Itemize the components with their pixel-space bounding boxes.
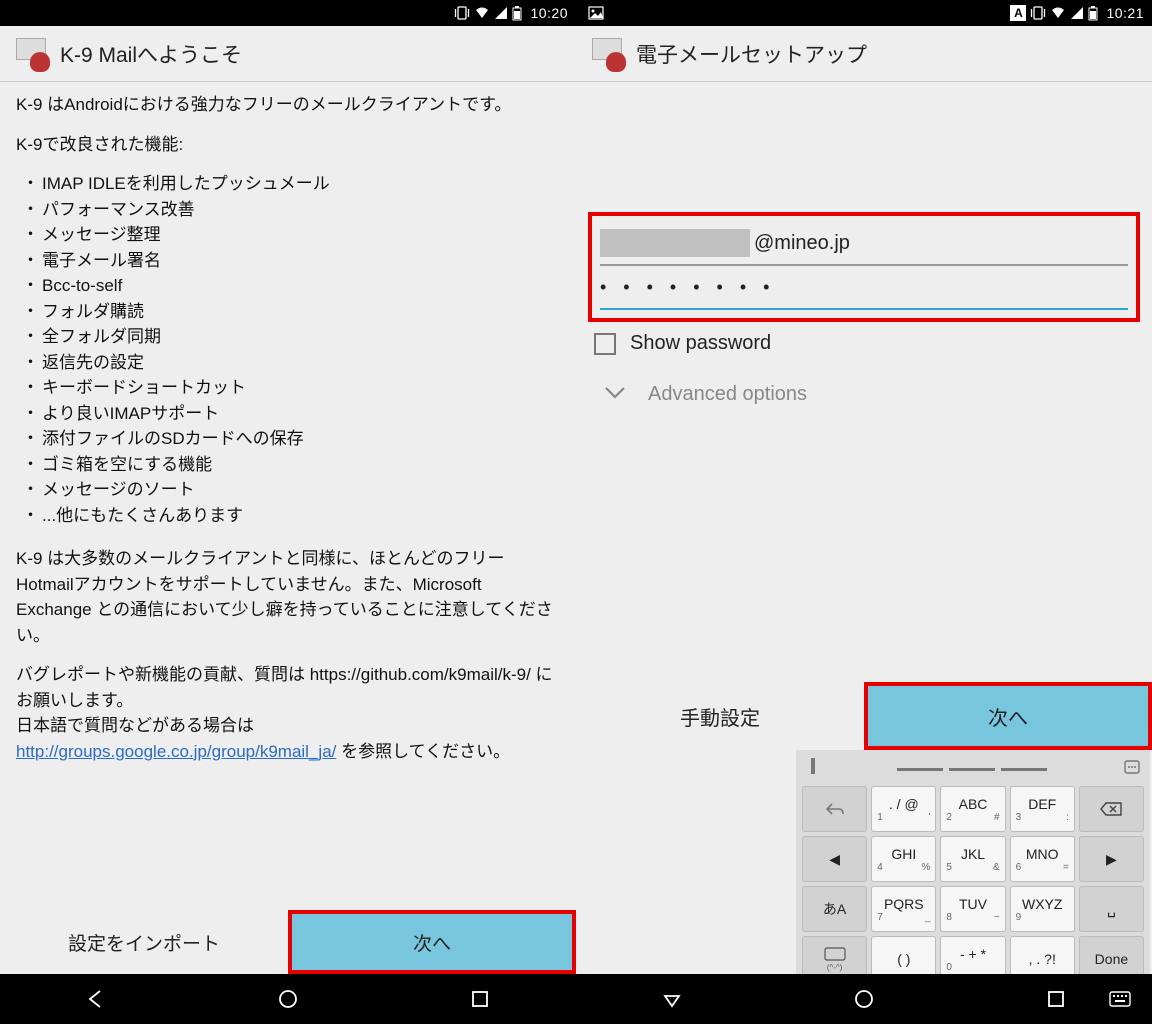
wifi-icon bbox=[474, 6, 490, 20]
status-bar: 10:20 bbox=[0, 0, 576, 26]
feature-item: ...他にもたくさんあります bbox=[16, 503, 560, 529]
feature-item: 全フォルダ同期 bbox=[16, 324, 560, 350]
keyboard-key[interactable]: GHI4% bbox=[871, 836, 936, 882]
vibrate-icon bbox=[454, 6, 470, 20]
keyboard-key[interactable]: JKL5& bbox=[940, 836, 1005, 882]
bottom-bar: 手動設定 次へ bbox=[576, 682, 1152, 750]
feature-item: Bcc-to-self bbox=[16, 273, 560, 299]
credentials-group: @mineo.jp • • • • • • • • bbox=[588, 212, 1140, 322]
keyboard-key[interactable]: ␣ bbox=[1079, 886, 1144, 932]
password-mask: • • • • • • • • bbox=[600, 277, 775, 298]
keyboard-key[interactable]: ▶ bbox=[1079, 836, 1144, 882]
keyboard-handle[interactable] bbox=[800, 754, 1146, 784]
feature-item: 返信先の設定 bbox=[16, 350, 560, 376]
nav-bar bbox=[0, 974, 576, 1024]
nav-recent-icon[interactable] bbox=[1034, 977, 1078, 1021]
keyboard[interactable]: . / @1'ABC2#DEF3: ◀GHI4%JKL5&MNO6=▶ あAPQRS… bbox=[796, 750, 1150, 988]
feature-item: メッセージのソート bbox=[16, 477, 560, 503]
keyboard-key[interactable]: ◀ bbox=[802, 836, 867, 882]
nav-back-icon[interactable] bbox=[74, 977, 118, 1021]
show-password-checkbox[interactable] bbox=[594, 333, 616, 355]
groups-link[interactable]: http://groups.google.co.jp/group/k9mail_… bbox=[16, 742, 336, 761]
menu-icon bbox=[1124, 760, 1140, 779]
ime-indicator: A bbox=[1010, 5, 1026, 21]
status-time: 10:21 bbox=[1106, 5, 1144, 21]
nav-home-icon[interactable] bbox=[842, 977, 886, 1021]
setup-body: @mineo.jp • • • • • • • • Show password … bbox=[576, 82, 1152, 974]
feature-item: 添付ファイルのSDカードへの保存 bbox=[16, 426, 560, 452]
show-password-label: Show password bbox=[630, 332, 771, 355]
keyboard-key[interactable]: WXYZ9 bbox=[1010, 886, 1075, 932]
keyboard-key[interactable] bbox=[802, 786, 867, 832]
feature-item: IMAP IDLEを利用したプッシュメール bbox=[16, 171, 560, 197]
keyboard-key[interactable]: TUV8~ bbox=[940, 886, 1005, 932]
battery-icon bbox=[512, 6, 522, 21]
phone-right: A 10:21 電子メールセットアップ bbox=[576, 0, 1152, 1024]
wifi-icon bbox=[1050, 6, 1066, 20]
feature-item: メッセージ整理 bbox=[16, 222, 560, 248]
feature-item: ゴミ箱を空にする機能 bbox=[16, 452, 560, 478]
advanced-label: Advanced options bbox=[648, 383, 807, 406]
chevron-down-icon bbox=[604, 383, 626, 406]
show-password-row[interactable]: Show password bbox=[576, 322, 1152, 355]
keyboard-key[interactable]: ABC2# bbox=[940, 786, 1005, 832]
email-local-redacted bbox=[600, 229, 750, 257]
features-list: IMAP IDLEを利用したプッシュメールパフォーマンス改善メッセージ整理電子メ… bbox=[16, 171, 560, 528]
image-notif-icon bbox=[588, 6, 604, 20]
feature-item: 電子メール署名 bbox=[16, 248, 560, 274]
pen-icon bbox=[806, 757, 820, 782]
signal-icon bbox=[1070, 6, 1084, 20]
next-button[interactable]: 次へ bbox=[288, 910, 576, 974]
note-hotmail: K-9 は大多数のメールクライアントと同様に、ほとんどのフリーHotmailアカ… bbox=[16, 546, 560, 648]
phone-left: 10:20 K-9 Mailへようこそ K-9 はAndroidにおける強力なフ… bbox=[0, 0, 576, 1024]
battery-icon bbox=[1088, 6, 1098, 21]
email-domain: @mineo.jp bbox=[754, 232, 850, 255]
nav-keyboard-icon[interactable] bbox=[1098, 977, 1142, 1021]
nav-home-icon[interactable] bbox=[266, 977, 310, 1021]
nav-recent-icon[interactable] bbox=[458, 977, 502, 1021]
signal-icon bbox=[494, 6, 508, 20]
email-field[interactable]: @mineo.jp bbox=[600, 222, 1128, 266]
nav-back-icon[interactable] bbox=[650, 977, 694, 1021]
keyboard-key[interactable]: あA bbox=[802, 886, 867, 932]
keyboard-key[interactable]: PQRS7_ bbox=[871, 886, 936, 932]
feature-item: キーボードショートカット bbox=[16, 375, 560, 401]
status-bar: A 10:21 bbox=[576, 0, 1152, 26]
feature-item: パフォーマンス改善 bbox=[16, 197, 560, 223]
import-settings-button[interactable]: 設定をインポート bbox=[0, 910, 288, 974]
next-button[interactable]: 次へ bbox=[864, 682, 1152, 750]
app-title: K-9 Mailへようこそ bbox=[60, 39, 242, 69]
password-field[interactable]: • • • • • • • • bbox=[600, 266, 1128, 310]
feature-item: より良いIMAPサポート bbox=[16, 401, 560, 427]
features-heading: K-9で改良された機能: bbox=[16, 132, 560, 158]
vibrate-icon bbox=[1030, 6, 1046, 20]
welcome-content: K-9 はAndroidにおける強力なフリーのメールクライアントです。 K-9で… bbox=[0, 82, 576, 910]
app-title: 電子メールセットアップ bbox=[636, 39, 867, 69]
app-bar: K-9 Mailへようこそ bbox=[0, 26, 576, 82]
nav-bar bbox=[576, 974, 1152, 1024]
keyboard-key[interactable]: MNO6= bbox=[1010, 836, 1075, 882]
advanced-options-row[interactable]: Advanced options bbox=[576, 355, 1152, 406]
intro-text: K-9 はAndroidにおける強力なフリーのメールクライアントです。 bbox=[16, 92, 560, 118]
note-links: バグレポートや新機能の貢献、質問は https://github.com/k9m… bbox=[16, 662, 560, 764]
status-time: 10:20 bbox=[530, 5, 568, 21]
keyboard-key[interactable]: DEF3: bbox=[1010, 786, 1075, 832]
feature-item: フォルダ購読 bbox=[16, 299, 560, 325]
manual-setup-button[interactable]: 手動設定 bbox=[576, 682, 864, 750]
keyboard-key[interactable] bbox=[1079, 786, 1144, 832]
bottom-bar: 設定をインポート 次へ bbox=[0, 910, 576, 974]
app-icon bbox=[14, 36, 50, 72]
app-icon bbox=[590, 36, 626, 72]
app-bar: 電子メールセットアップ bbox=[576, 26, 1152, 82]
keyboard-key[interactable]: . / @1' bbox=[871, 786, 936, 832]
